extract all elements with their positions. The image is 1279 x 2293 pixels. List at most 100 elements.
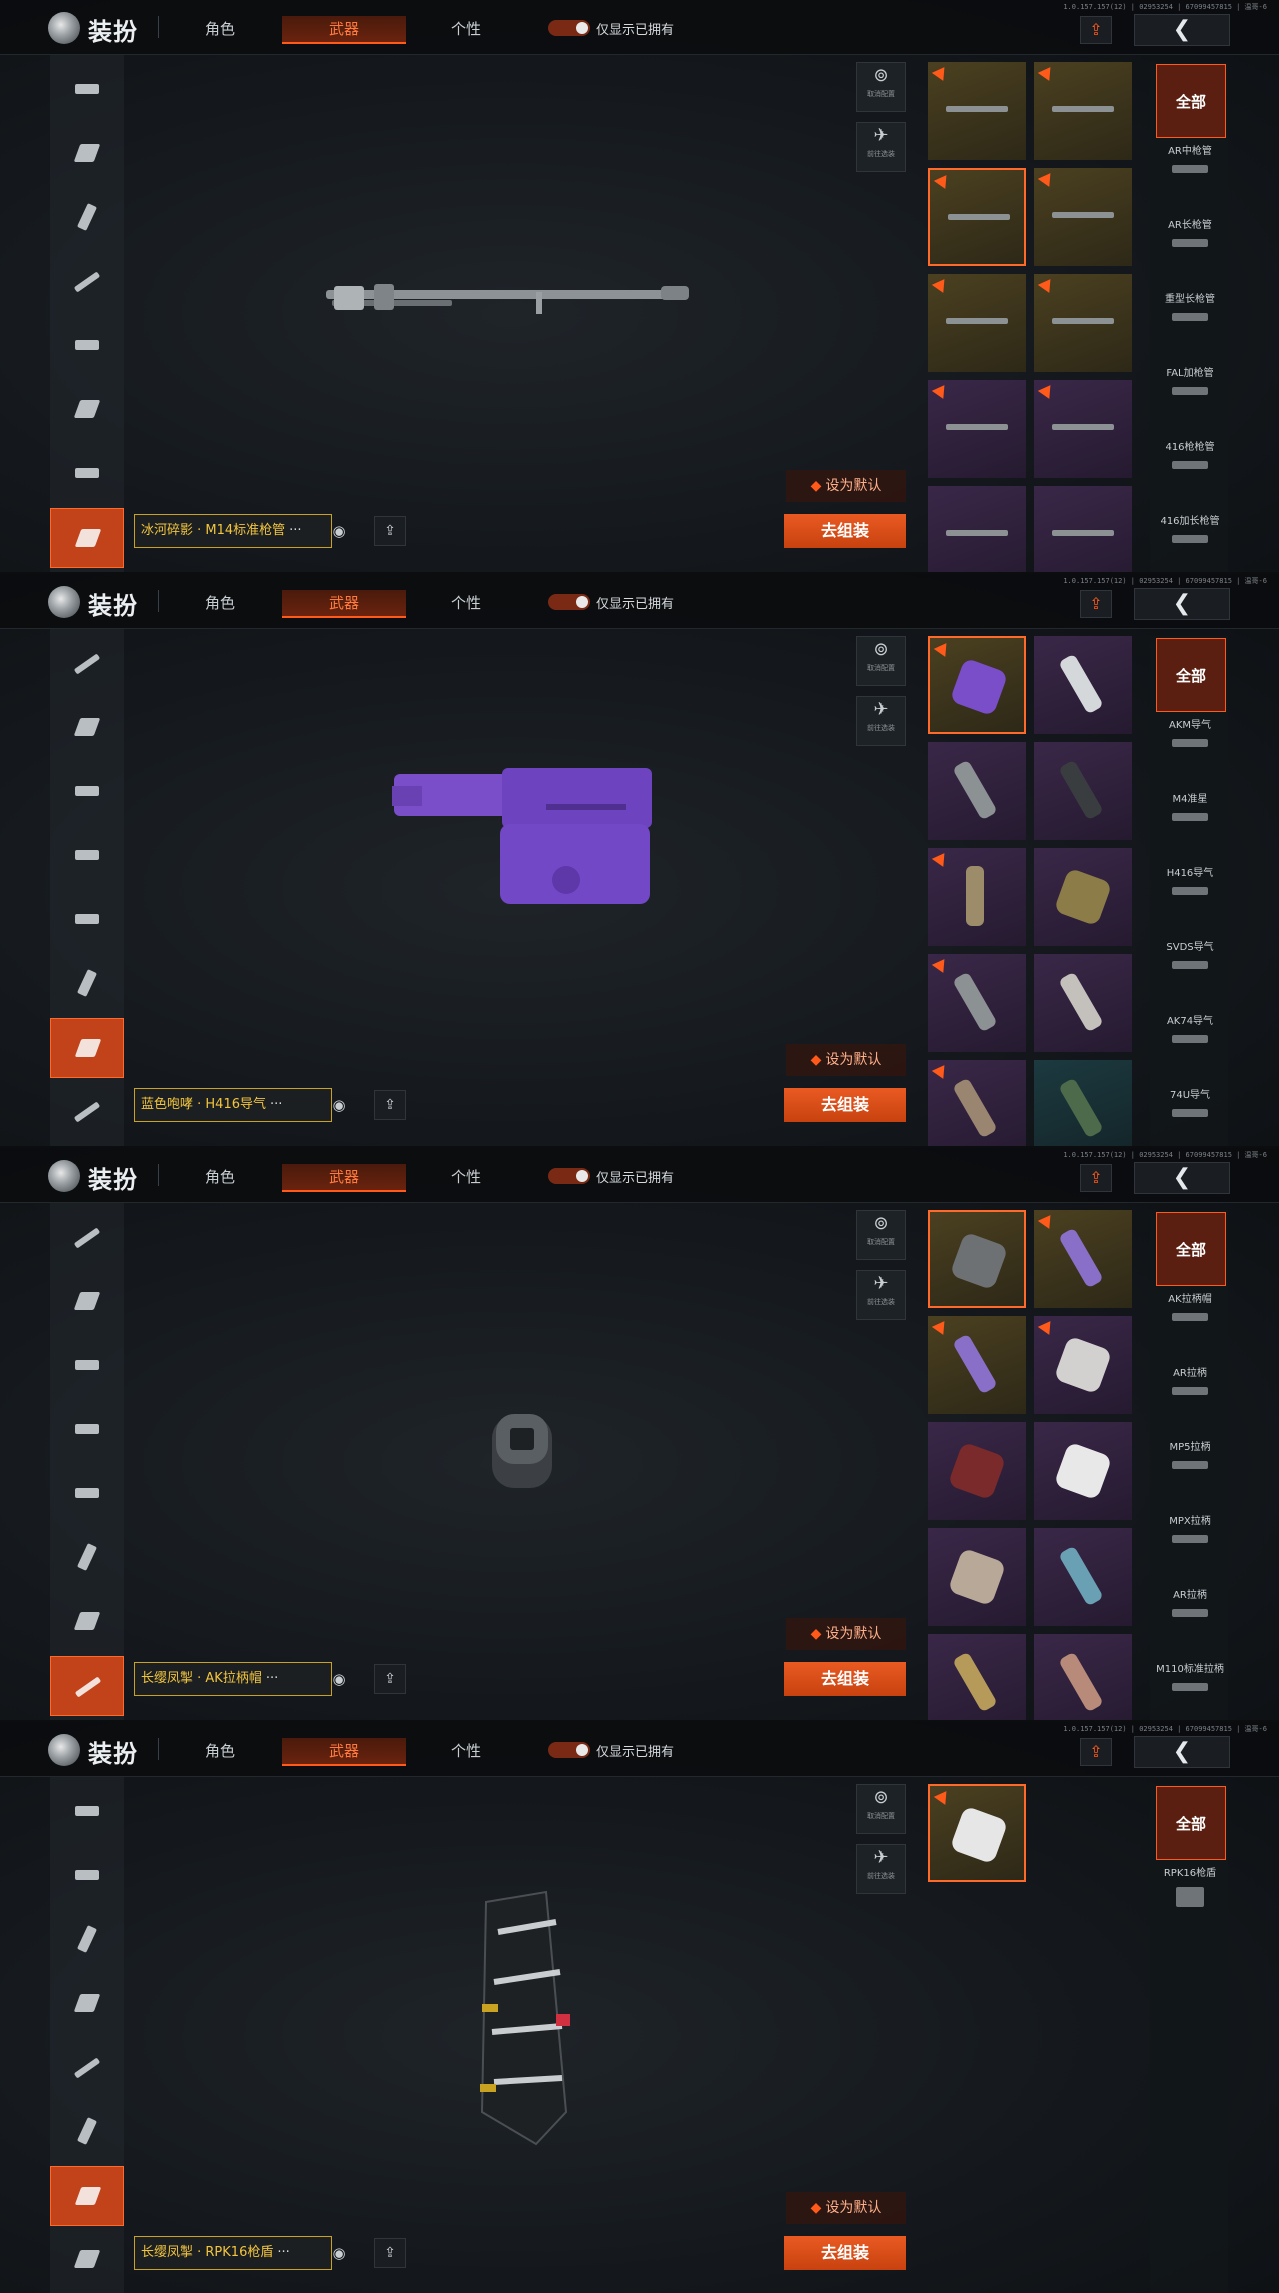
share-icon[interactable]: ⇪ (1080, 16, 1112, 44)
filter-item[interactable]: AR中枪管 (1150, 138, 1230, 208)
skin-cell-selected[interactable] (928, 168, 1026, 266)
filter-item[interactable]: 416加长枪管 (1150, 508, 1230, 572)
part-slot-icon[interactable] (50, 1528, 124, 1588)
tab-personality[interactable]: 个性 (404, 1738, 528, 1764)
set-default-button[interactable]: ◆ 设为默认 (786, 2192, 906, 2224)
filter-item[interactable]: 74U导气 (1150, 1082, 1230, 1146)
skin-cell[interactable] (928, 380, 1026, 478)
goto-assemble-button[interactable]: ✈ 前往选装 (856, 696, 906, 746)
eye-icon[interactable]: ◉ (326, 2240, 352, 2266)
skin-cell[interactable] (1034, 1316, 1132, 1414)
tab-personality[interactable]: 个性 (404, 590, 528, 616)
owned-only-toggle[interactable] (548, 20, 590, 36)
part-slot-icon[interactable] (50, 954, 124, 1014)
eye-icon[interactable]: ◉ (326, 1666, 352, 1692)
filter-item[interactable]: 416枪枪管 (1150, 434, 1230, 504)
filter-item[interactable]: AR长枪管 (1150, 212, 1230, 282)
filter-item[interactable]: AR拉柄 (1150, 1582, 1230, 1652)
skin-cell[interactable] (1034, 62, 1132, 160)
tab-character[interactable]: 角色 (158, 1164, 282, 1190)
filter-item[interactable]: M4准星 (1150, 786, 1230, 856)
filter-item[interactable]: AK74导气 (1150, 1008, 1230, 1078)
part-slot-icon[interactable] (50, 1400, 124, 1460)
set-default-button[interactable]: ◆ 设为默认 (786, 1044, 906, 1076)
skin-cell[interactable] (1034, 954, 1132, 1052)
item-preview[interactable] (126, 1782, 846, 2222)
filter-item[interactable]: 重型长枪管 (1150, 286, 1230, 356)
assemble-button[interactable]: 去组装 (784, 2236, 906, 2270)
skin-cell[interactable] (928, 1634, 1026, 1720)
skin-cell[interactable] (928, 1528, 1026, 1626)
part-slot-icon[interactable] (50, 634, 124, 694)
tab-character[interactable]: 角色 (158, 1738, 282, 1764)
filter-item[interactable]: MP5拉柄 (1150, 1434, 1230, 1504)
filter-item[interactable]: M110标准拉柄 (1150, 1656, 1230, 1720)
filter-all[interactable]: 全部 (1156, 1212, 1226, 1286)
skin-cell[interactable] (1034, 486, 1132, 572)
part-slot-icon[interactable] (50, 698, 124, 758)
skin-cell[interactable] (928, 1316, 1026, 1414)
filter-item[interactable]: H416导气 (1150, 860, 1230, 930)
skin-cell-selected[interactable] (928, 636, 1026, 734)
part-slot-icon[interactable] (50, 2230, 124, 2290)
share-icon[interactable]: ⇪ (374, 2238, 406, 2268)
set-default-button[interactable]: ◆ 设为默认 (786, 1618, 906, 1650)
filter-all[interactable]: 全部 (1156, 638, 1226, 712)
skin-cell[interactable] (928, 274, 1026, 372)
tab-personality[interactable]: 个性 (404, 16, 528, 42)
tab-character[interactable]: 角色 (158, 590, 282, 616)
part-slot-active-icon[interactable] (50, 1656, 124, 1716)
part-slot-icon[interactable] (50, 1910, 124, 1970)
filter-item[interactable]: FAL加枪管 (1150, 360, 1230, 430)
share-icon[interactable]: ⇪ (374, 516, 406, 546)
part-slot-icon[interactable] (50, 1974, 124, 2034)
skin-cell[interactable] (1034, 380, 1132, 478)
filter-item[interactable]: MPX拉柄 (1150, 1508, 1230, 1578)
cancel-config-button[interactable]: ⊚ 取消配置 (856, 1210, 906, 1260)
share-icon[interactable]: ⇪ (1080, 1164, 1112, 1192)
part-slot-icon[interactable] (50, 124, 124, 184)
filter-item[interactable]: SVDS导气 (1150, 934, 1230, 1004)
filter-item[interactable]: AR拉柄 (1150, 1360, 1230, 1430)
skin-cell[interactable] (1034, 1060, 1132, 1146)
part-slot-icon[interactable] (50, 444, 124, 504)
skin-cell[interactable] (1034, 1528, 1132, 1626)
skin-cell[interactable] (928, 954, 1026, 1052)
skin-cell[interactable] (1034, 274, 1132, 372)
part-slot-icon[interactable] (50, 1272, 124, 1332)
assemble-button[interactable]: 去组装 (784, 1088, 906, 1122)
part-slot-icon[interactable] (50, 826, 124, 886)
part-slot-icon[interactable] (50, 380, 124, 440)
assemble-button[interactable]: 去组装 (784, 1662, 906, 1696)
filter-all[interactable]: 全部 (1156, 64, 1226, 138)
set-default-button[interactable]: ◆ 设为默认 (786, 470, 906, 502)
part-slot-active-icon[interactable] (50, 508, 124, 568)
goto-assemble-button[interactable]: ✈ 前往选装 (856, 1270, 906, 1320)
part-slot-icon[interactable] (50, 890, 124, 950)
cancel-config-button[interactable]: ⊚ 取消配置 (856, 636, 906, 686)
part-slot-icon[interactable] (50, 762, 124, 822)
tab-character[interactable]: 角色 (158, 16, 282, 42)
skin-cell[interactable] (1034, 848, 1132, 946)
part-slot-icon[interactable] (50, 188, 124, 248)
skin-cell-selected[interactable] (928, 1784, 1026, 1882)
skin-cell[interactable] (928, 742, 1026, 840)
back-button[interactable]: ❮ (1134, 1736, 1230, 1768)
skin-cell[interactable] (928, 486, 1026, 572)
tab-weapon[interactable]: 武器 (282, 590, 406, 618)
assemble-button[interactable]: 去组装 (784, 514, 906, 548)
skin-cell[interactable] (1034, 636, 1132, 734)
skin-cell[interactable] (1034, 168, 1132, 266)
part-slot-icon[interactable] (50, 1082, 124, 1142)
owned-only-toggle[interactable] (548, 594, 590, 610)
skin-cell[interactable] (928, 848, 1026, 946)
tab-personality[interactable]: 个性 (404, 1164, 528, 1190)
cancel-config-button[interactable]: ⊚ 取消配置 (856, 1784, 906, 1834)
goto-assemble-button[interactable]: ✈ 前往选装 (856, 122, 906, 172)
part-slot-icon[interactable] (50, 252, 124, 312)
skin-cell[interactable] (928, 62, 1026, 160)
owned-only-toggle[interactable] (548, 1742, 590, 1758)
tab-weapon[interactable]: 武器 (282, 1164, 406, 1192)
skin-cell-selected[interactable] (928, 1210, 1026, 1308)
part-slot-icon[interactable] (50, 1592, 124, 1652)
